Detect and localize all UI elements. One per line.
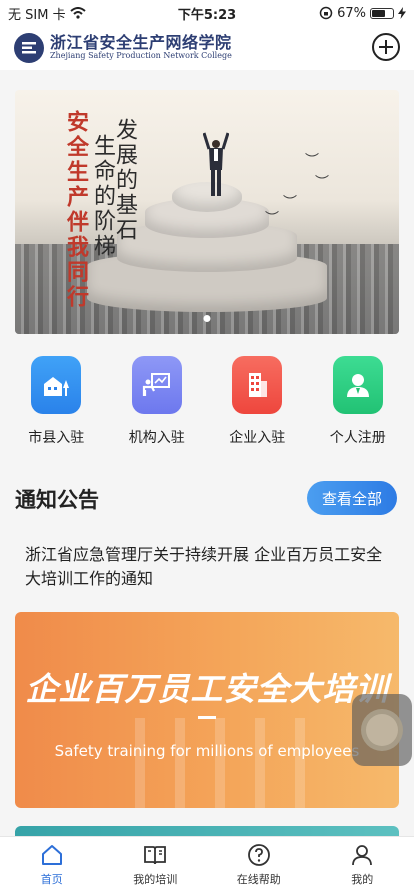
tab-mine-label: 我的 bbox=[351, 873, 374, 886]
tab-home-label: 首页 bbox=[40, 873, 63, 886]
book-icon bbox=[144, 846, 167, 865]
quick-entry-city-label: 市县入驻 bbox=[28, 430, 85, 446]
app-header: 浙江省安全生产网络学院 Zhejiang Safety Production N… bbox=[0, 26, 414, 70]
status-left: 无 SIM 卡 bbox=[8, 4, 86, 23]
quick-entry-city-icon-bg bbox=[31, 356, 82, 414]
bird-icon: ︶ bbox=[265, 211, 279, 227]
promo-banner[interactable]: 企业百万员工安全大培训 Safety training for millions… bbox=[15, 612, 399, 808]
notice-section-title: 通知公告 bbox=[15, 488, 99, 512]
view-all-button[interactable]: 查看全部 bbox=[307, 481, 397, 515]
quick-entry-enterprise[interactable]: 企业入驻 bbox=[212, 356, 302, 456]
quick-entry-institution-label: 机构入驻 bbox=[128, 430, 185, 446]
tab-mine[interactable]: 我的 bbox=[322, 843, 402, 896]
quick-entry-enterprise-icon-bg bbox=[232, 356, 283, 414]
building-tree-icon bbox=[44, 377, 70, 396]
person-icon bbox=[346, 374, 369, 397]
college-logo-icon bbox=[14, 33, 44, 63]
tab-my-training[interactable]: 我的培训 bbox=[115, 843, 195, 896]
bird-icon: ︶ bbox=[283, 195, 297, 211]
promo-divider bbox=[198, 716, 216, 719]
office-tower-icon bbox=[249, 373, 268, 397]
quick-entry-personal[interactable]: 个人注册 bbox=[313, 356, 403, 456]
promo-columns-decoration bbox=[135, 718, 335, 808]
battery-fill bbox=[372, 9, 386, 17]
home-icon bbox=[41, 845, 62, 865]
promo-title: 企业百万员工安全大培训 bbox=[25, 670, 389, 708]
help-icon bbox=[247, 844, 270, 866]
quick-entry-city[interactable]: 市县入驻 bbox=[11, 356, 101, 456]
tab-online-help[interactable]: 在线帮助 bbox=[219, 843, 299, 896]
quick-entry-grid: 市县入驻 机构入驻 企业入驻 个人注册 bbox=[0, 356, 414, 456]
businessman-figure bbox=[203, 132, 229, 196]
bottom-tab-bar: 首页 我的培训 在线帮助 我的 bbox=[0, 836, 414, 896]
banner-carousel[interactable]: 安全生产伴我同行 发展的基石 生命的阶梯 ︶ ︶ ︶ ︶ bbox=[15, 90, 399, 334]
bird-icon: ︶ bbox=[305, 153, 319, 169]
battery-percent: 67% bbox=[337, 5, 366, 21]
tab-online-help-label: 在线帮助 bbox=[236, 873, 281, 886]
status-bar: 无 SIM 卡 下午5:23 67% bbox=[0, 0, 414, 26]
charging-icon bbox=[398, 7, 406, 19]
quick-entry-personal-label: 个人注册 bbox=[329, 430, 386, 446]
rotation-lock-icon bbox=[319, 6, 333, 20]
wifi-icon bbox=[69, 7, 86, 19]
bird-icon: ︶ bbox=[315, 175, 329, 191]
college-name-cn: 浙江省安全生产网络学院 bbox=[50, 33, 232, 53]
banner-slogan-right-b: 生命的阶梯 bbox=[90, 134, 115, 259]
tab-home[interactable]: 首页 bbox=[12, 843, 92, 896]
tab-my-training-label: 我的培训 bbox=[133, 873, 178, 886]
assistive-touch-inner bbox=[361, 709, 403, 751]
status-right: 67% bbox=[319, 6, 406, 21]
college-logo-text: 浙江省安全生产网络学院 Zhejiang Safety Production N… bbox=[50, 33, 232, 61]
promo-subtitle: Safety training for millions of employee… bbox=[54, 742, 360, 760]
plus-icon bbox=[379, 40, 393, 54]
teacher-board-icon bbox=[142, 373, 170, 396]
user-icon bbox=[352, 845, 373, 866]
quick-entry-enterprise-label: 企业入驻 bbox=[229, 430, 286, 446]
banner-slogan-left: 安全生产伴我同行 bbox=[63, 110, 89, 310]
college-name-en: Zhejiang Safety Production Network Colle… bbox=[50, 51, 232, 61]
quick-entry-institution[interactable]: 机构入驻 bbox=[112, 356, 202, 456]
assistive-touch-button[interactable] bbox=[352, 694, 412, 766]
battery-icon bbox=[370, 7, 394, 19]
carousel-indicator[interactable] bbox=[203, 315, 211, 322]
quick-entry-institution-icon-bg bbox=[131, 356, 182, 414]
quick-entry-personal-icon-bg bbox=[332, 356, 383, 414]
notice-item[interactable]: 浙江省应急管理厅关于持续开展 企业百万员工安全大培训工作的通知 bbox=[25, 543, 391, 591]
carrier-label: 无 SIM 卡 bbox=[8, 7, 66, 23]
add-button[interactable] bbox=[372, 33, 400, 61]
